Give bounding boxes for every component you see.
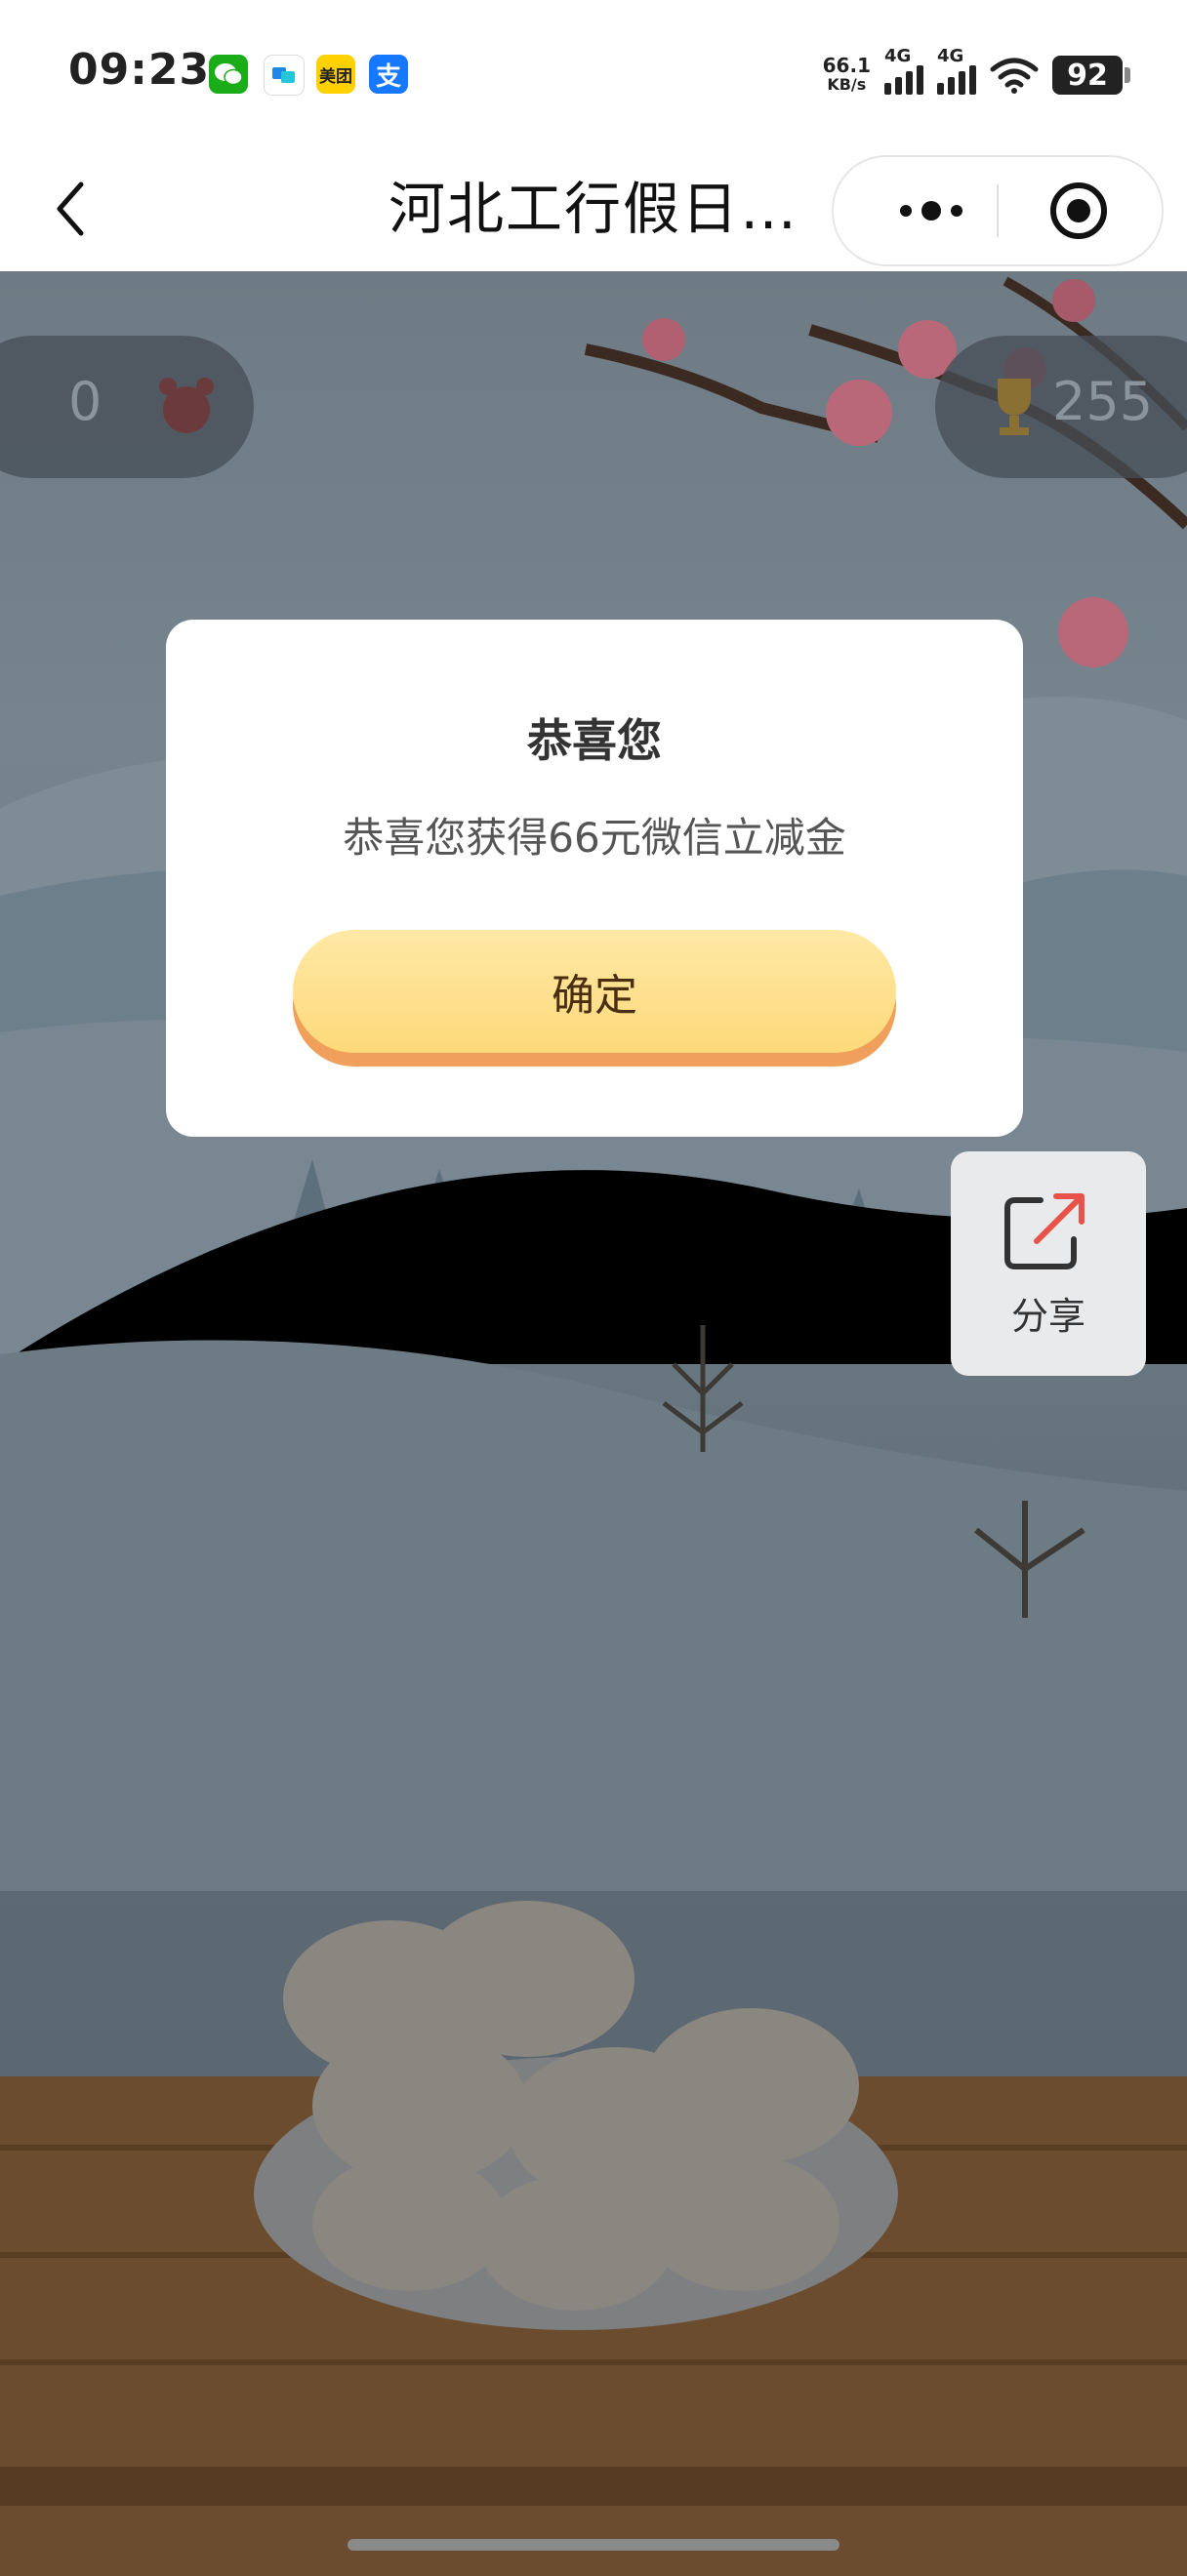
trophy-icon — [998, 379, 1031, 435]
share-button[interactable]: 分享 — [951, 1151, 1146, 1376]
timer-count: 0 — [68, 371, 102, 432]
signal-icon-1: 4G — [884, 46, 923, 95]
wifi-icon — [990, 58, 1039, 94]
more-dots-icon — [900, 205, 912, 217]
network-speed: 66.1 KB/s — [822, 54, 871, 94]
game-scene: 0 255 — [0, 271, 1187, 2576]
status-time: 09:23 — [68, 45, 211, 95]
chevron-left-icon — [57, 181, 84, 236]
target-icon — [1050, 182, 1107, 239]
score-counter: 255 — [935, 336, 1187, 478]
capsule-divider — [997, 184, 999, 237]
close-mini-program-button[interactable] — [1048, 181, 1109, 241]
confirm-button[interactable]: 确定 — [293, 930, 896, 1067]
mini-program-capsule — [832, 155, 1164, 266]
chat-bubble-icon — [264, 55, 305, 96]
confirm-button-label: 确定 — [293, 930, 896, 1053]
score-value: 255 — [1052, 371, 1154, 432]
share-label: 分享 — [1010, 1295, 1085, 1338]
back-button[interactable] — [41, 172, 100, 246]
wechat-icon — [209, 55, 248, 94]
alarm-clock-icon — [159, 378, 214, 433]
dumpling-plate — [254, 1901, 898, 2330]
battery-indicator: 92 — [1052, 56, 1130, 95]
share-icon — [1004, 1193, 1085, 1269]
more-button[interactable] — [882, 157, 980, 264]
meituan-icon: 美团 — [316, 55, 355, 94]
status-indicators: 66.1 KB/s 4G 4G 92 — [822, 46, 1130, 100]
congrats-dialog: 恭喜您 恭喜您获得66元微信立减金 确定 — [166, 620, 1023, 1137]
timer-counter: 0 — [0, 336, 254, 478]
dialog-title: 恭喜您 — [527, 714, 662, 767]
dialog-message: 恭喜您获得66元微信立减金 — [343, 814, 846, 862]
alipay-icon: 支 — [369, 55, 408, 94]
signal-icon-2: 4G — [937, 46, 976, 95]
status-bar: 09:23 美团 支 66.1 KB/s 4G 4G 92 — [0, 0, 1187, 146]
nav-bar: 河北工行假日… — [0, 146, 1187, 271]
page-title: 河北工行假日… — [389, 176, 799, 242]
home-indicator[interactable] — [348, 2539, 839, 2551]
